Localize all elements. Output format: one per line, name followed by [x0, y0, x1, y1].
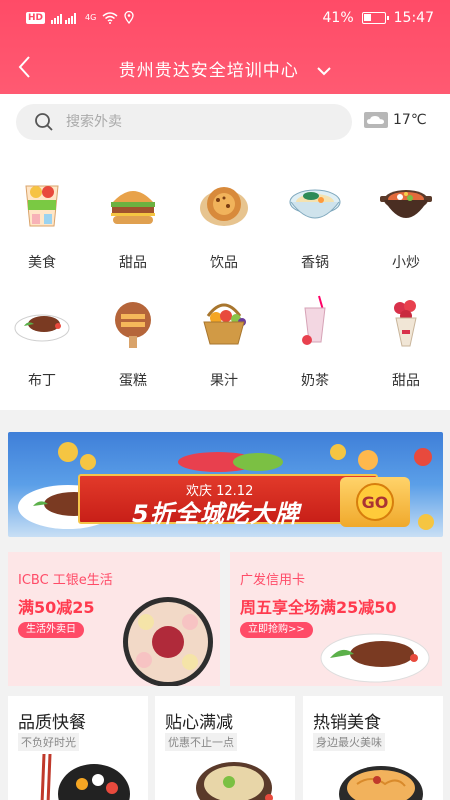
promo-title: ICBC 工银e生活 [18, 573, 113, 588]
stir-fry-pot-icon [380, 190, 432, 218]
cake-icon [115, 302, 151, 348]
promo-offer: 满50减25 [18, 598, 95, 617]
category-grid: 美食 甜品 饮品 香锅 小炒 布丁 蛋糕 果汁 奶茶 甜品 [0, 154, 450, 410]
category-label: 布丁 [28, 373, 56, 389]
quick-card-fastfood[interactable]: 品质快餐 不负好时光 [8, 696, 148, 800]
steak-plate-icon [14, 314, 70, 342]
food-drink-icon [25, 185, 59, 227]
promo-banner[interactable]: 欢庆 12.12 5折全城吃大牌 GO [8, 432, 443, 537]
category-label: 饮品 [210, 255, 238, 271]
quick-card-title: 热销美食 [313, 713, 381, 733]
location-icon [124, 11, 134, 24]
category-label: 甜品 [392, 373, 420, 389]
chevron-down-icon [317, 67, 331, 76]
wifi-icon [102, 11, 118, 24]
quick-card-subtitle: 身边最火美味 [313, 733, 385, 751]
sushi-icon [40, 754, 130, 800]
search-row: 17℃ [0, 94, 450, 154]
milk-tea-icon [302, 295, 326, 345]
category-item[interactable]: 小炒 [371, 176, 441, 272]
noodle-bowl-icon [289, 189, 341, 219]
quick-card-subtitle: 不负好时光 [18, 733, 79, 751]
battery-icon [361, 12, 389, 24]
battery-percent: 41% [322, 10, 354, 26]
quick-card-discount[interactable]: 贴心满减 优惠不止一点 [155, 696, 295, 800]
category-item[interactable]: 甜品 [371, 294, 441, 390]
category-label: 蛋糕 [119, 373, 147, 389]
category-item[interactable]: 香锅 [280, 176, 350, 272]
cloud-icon [364, 112, 388, 128]
weather-widget: 17℃ [364, 112, 427, 128]
category-label: 奶茶 [301, 373, 329, 389]
category-item[interactable]: 奶茶 [280, 294, 350, 390]
quick-card-bestseller[interactable]: 热销美食 身边最火美味 [303, 696, 443, 800]
search-icon [35, 113, 53, 131]
search-box[interactable] [16, 104, 352, 140]
banner-title: 5折全城吃大牌 [132, 500, 300, 528]
nav-bar: 贵州贵达安全培训中心 [0, 40, 450, 94]
status-bar: HD 4G 41% 15:47 [0, 0, 450, 38]
category-label: 香锅 [301, 255, 329, 271]
location-selector[interactable]: 贵州贵达安全培训中心 [0, 56, 450, 81]
go-button[interactable]: GO [340, 477, 410, 527]
promo-card-icbc[interactable]: ICBC 工银e生活 满50减25 生活外卖日 [8, 552, 220, 686]
category-item[interactable]: 饮品 [189, 176, 259, 272]
category-item[interactable]: 美食 [7, 176, 77, 272]
soup-bowl-icon [196, 762, 273, 800]
quick-card-subtitle: 优惠不止一点 [165, 733, 237, 751]
network-label: 4G [85, 13, 97, 22]
promo-tag: 生活外卖日 [18, 622, 84, 638]
platter-icon [123, 597, 213, 686]
promo-card-cgb[interactable]: 广发信用卡 周五享全场满25减50 立即抢购>> [230, 552, 442, 686]
category-item[interactable]: 布丁 [7, 294, 77, 390]
category-item[interactable]: 果汁 [189, 294, 259, 390]
page-title: 贵州贵达安全培训中心 [118, 61, 299, 81]
steak-plate-icon [320, 633, 430, 683]
category-item[interactable]: 蛋糕 [98, 294, 168, 390]
promo-tag: 立即抢购>> [240, 622, 313, 638]
category-label: 果汁 [210, 373, 238, 389]
category-item[interactable]: 甜品 [98, 176, 168, 272]
category-label: 美食 [28, 255, 56, 271]
promo-offer: 周五享全场满25减50 [240, 598, 397, 617]
quick-card-title: 品质快餐 [18, 713, 86, 733]
search-input[interactable] [66, 114, 306, 130]
signal-icon [51, 12, 77, 24]
temperature: 17℃ [393, 112, 427, 128]
go-label: GO [356, 483, 394, 521]
header: HD 4G 41% 15:47 贵州贵达安全培训中心 [0, 0, 450, 94]
bouquet-icon [394, 300, 417, 347]
quick-card-title: 贴心满减 [165, 713, 233, 733]
pancake-icon [200, 187, 248, 226]
noodle-bowl-icon [339, 766, 423, 800]
category-label: 小炒 [392, 255, 420, 271]
promo-title: 广发信用卡 [240, 573, 306, 588]
category-label: 甜品 [119, 255, 147, 271]
fruit-basket-icon [203, 303, 246, 345]
hd-badge: HD [26, 11, 46, 24]
clock: 15:47 [393, 10, 434, 26]
burger-icon [111, 191, 155, 224]
